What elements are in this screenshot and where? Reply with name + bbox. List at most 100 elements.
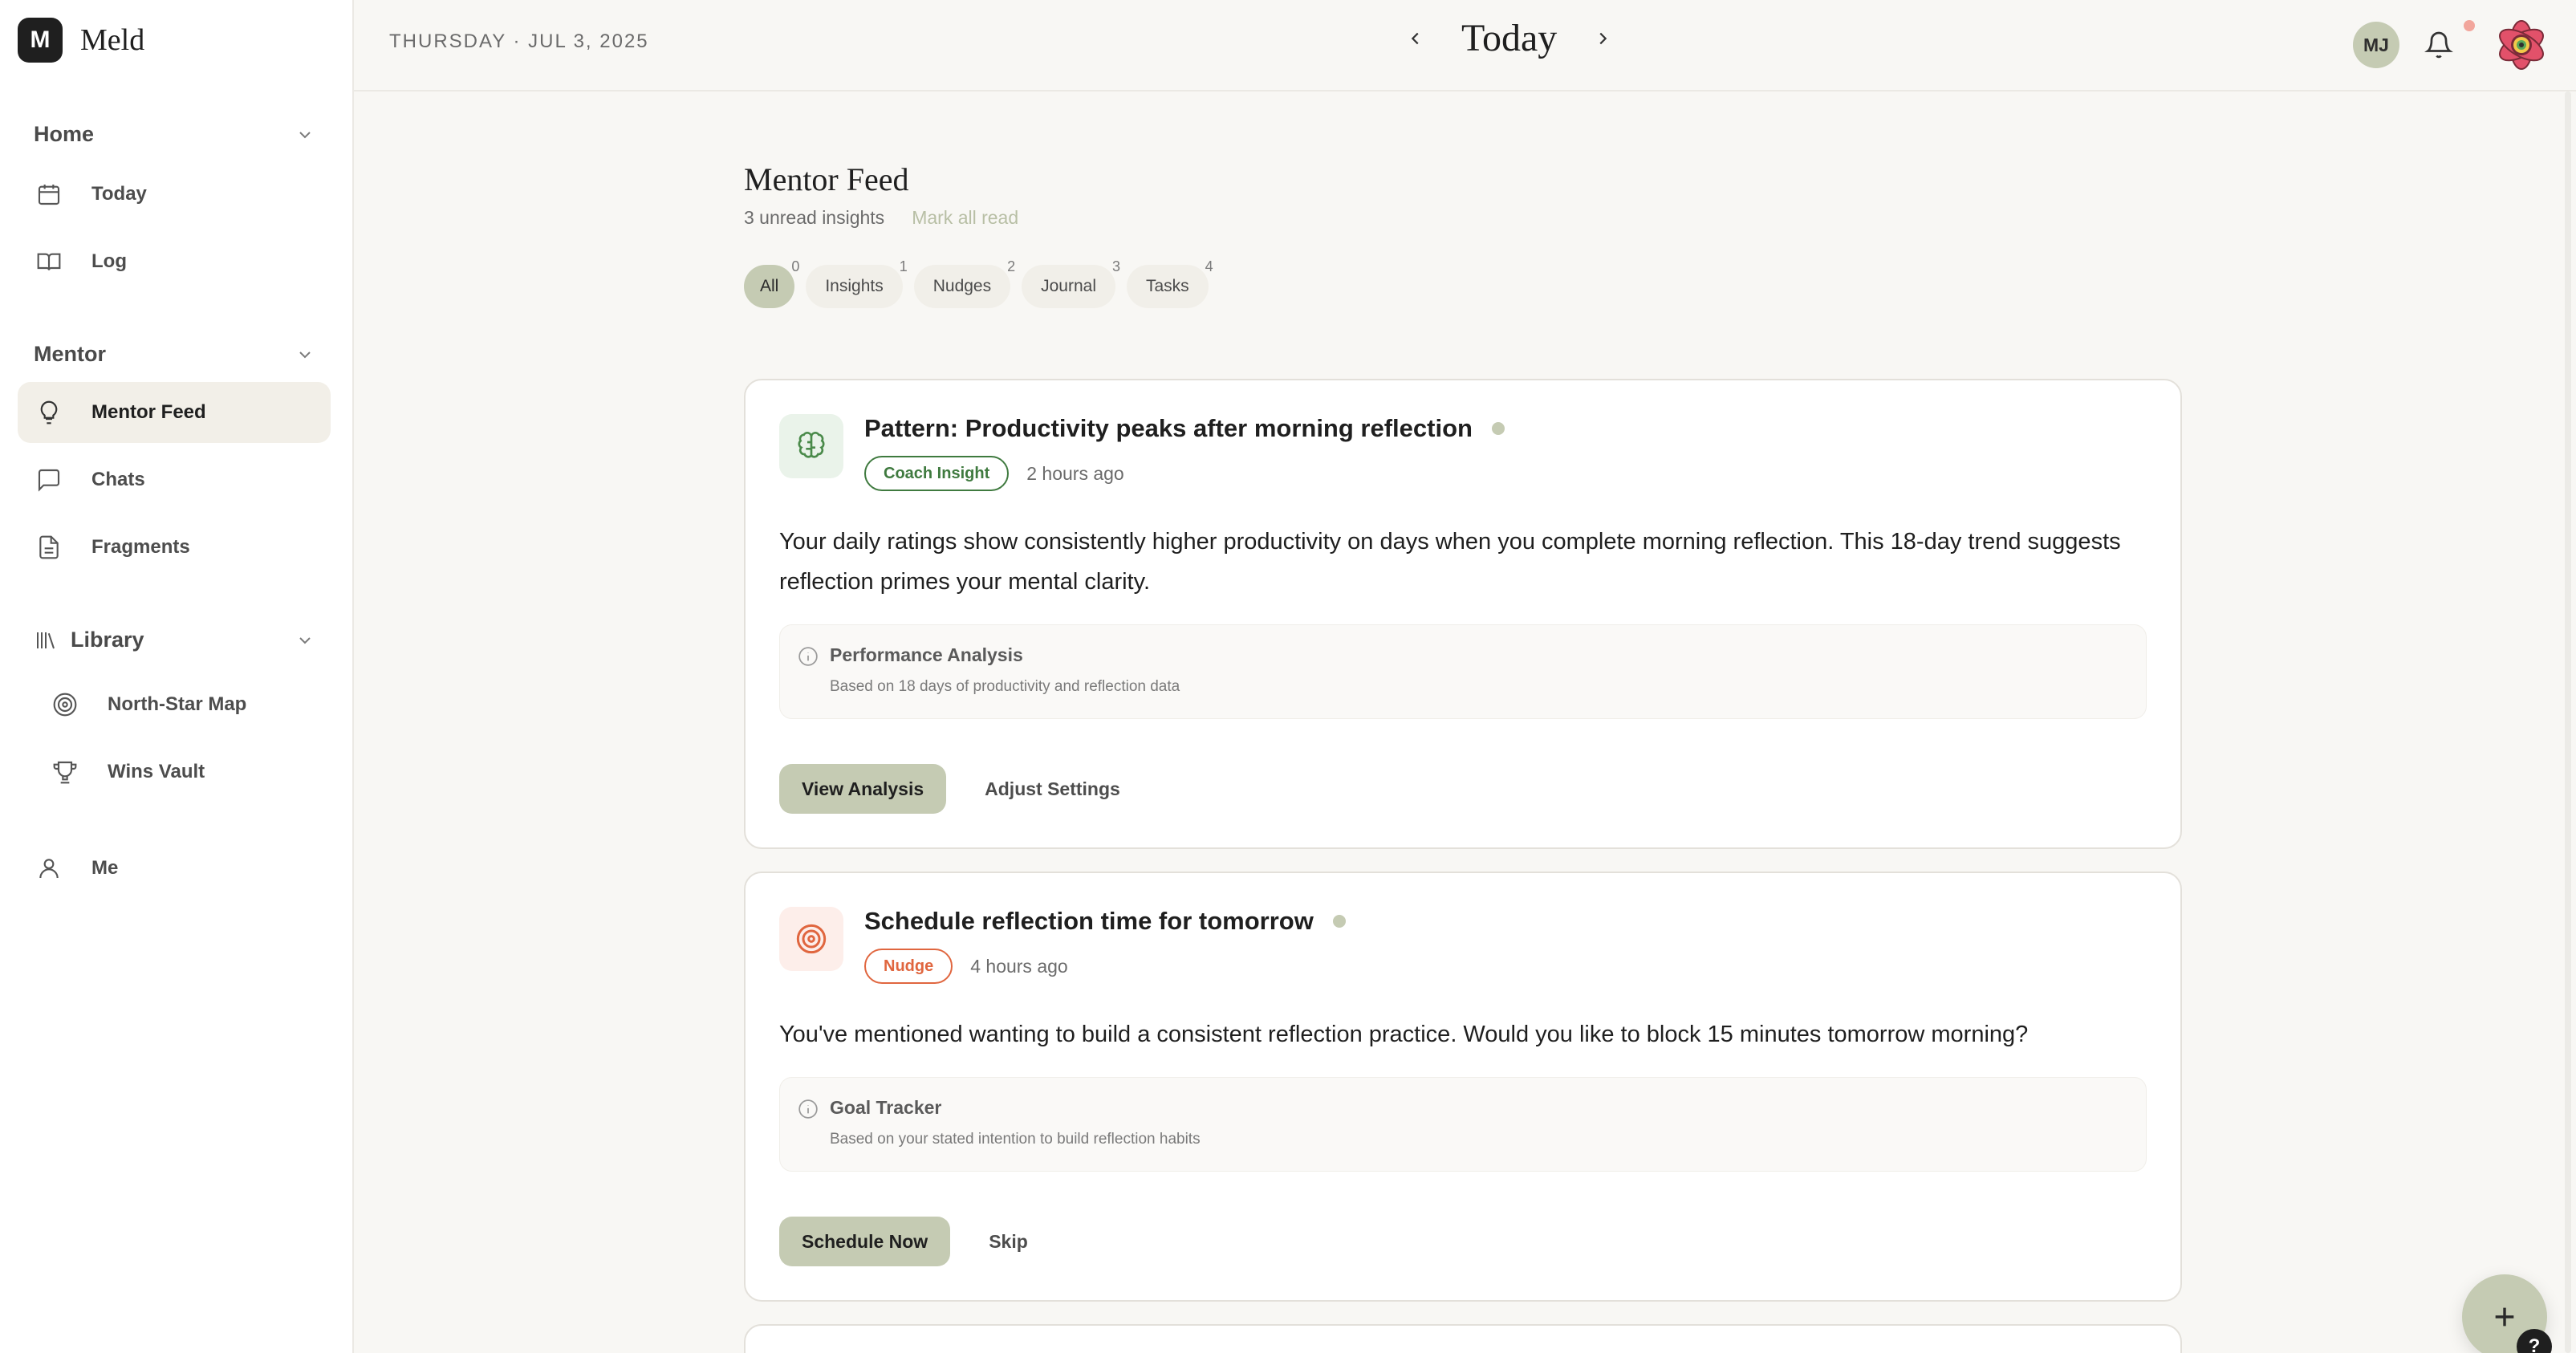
filter-journal[interactable]: Journal 3	[1022, 258, 1120, 308]
calendar-icon	[35, 181, 63, 208]
category-badge: Coach Insight	[864, 456, 1010, 491]
sidebar-item-label: Me	[91, 857, 119, 879]
sidebar-item-label: Today	[91, 183, 147, 205]
card-title: Schedule reflection time for tomorrow	[864, 907, 1346, 936]
mark-all-read-link[interactable]: Mark all read	[912, 207, 1018, 229]
sidebar-item-today[interactable]: Today	[18, 164, 331, 225]
sidebar-item-me[interactable]: Me	[18, 838, 331, 899]
section-library-label: Library	[71, 628, 144, 652]
date-label: THURSDAY · JUL 3, 2025	[389, 30, 649, 52]
target-icon	[51, 691, 79, 718]
sidebar-item-label: North-Star Map	[108, 693, 247, 715]
source-title: Goal Tracker	[830, 1097, 942, 1118]
card-body: Your daily ratings show consistently hig…	[779, 529, 2121, 595]
skip-button[interactable]: Skip	[989, 1231, 1028, 1253]
filter-count: 0	[791, 258, 800, 274]
adjust-settings-button[interactable]: Adjust Settings	[985, 778, 1120, 800]
sidebar-item-wins-vault[interactable]: Wins Vault	[18, 742, 331, 802]
sidebar-item-label: Wins Vault	[108, 761, 205, 782]
unread-dot	[1491, 422, 1505, 435]
chevron-down-icon	[299, 636, 311, 644]
insight-card: Pattern: Productivity peaks after mornin…	[744, 379, 2182, 849]
book-icon	[35, 248, 63, 275]
sidebar-item-fragments[interactable]: Fragments	[18, 517, 331, 578]
filter-insights[interactable]: Insights 1	[806, 258, 908, 308]
target-icon	[779, 907, 843, 971]
app-name: Meld	[80, 23, 145, 57]
lightbulb-icon	[35, 399, 63, 426]
brand[interactable]: M Meld	[18, 18, 144, 63]
scrollbar[interactable]	[2565, 91, 2571, 1353]
notification-dot	[2464, 20, 2475, 31]
library-heading: Library	[34, 628, 144, 652]
sidebar-item-label: Mentor Feed	[91, 401, 206, 423]
section-mentor-label: Mentor	[34, 342, 106, 366]
app-logo: M	[18, 18, 63, 63]
unread-dot	[1332, 915, 1346, 928]
card-meta: Coach Insight 2 hours ago	[864, 456, 1124, 491]
top-bar: THURSDAY · JUL 3, 2025 Today MJ	[354, 0, 2576, 91]
document-icon	[35, 534, 63, 561]
flower-emblem-icon[interactable]	[2488, 11, 2555, 79]
source-description: Based on 18 days of productivity and ref…	[830, 678, 1180, 695]
unread-count: 3 unread insights	[744, 207, 885, 228]
filter-tasks[interactable]: Tasks 4	[1127, 258, 1213, 308]
help-button[interactable]: ?	[2517, 1329, 2552, 1353]
sidebar-item-mentor-feed[interactable]: Mentor Feed	[18, 382, 331, 443]
filter-count: 2	[1007, 258, 1016, 274]
filter-label: Journal	[1041, 277, 1096, 295]
notifications-button[interactable]	[2416, 20, 2475, 68]
section-home-label: Home	[34, 122, 95, 146]
previous-day-button[interactable]	[1397, 20, 1434, 57]
card-title-text: Pattern: Productivity peaks after mornin…	[864, 414, 1473, 442]
source-box: Performance Analysis Based on 18 days of…	[779, 624, 2147, 719]
feed-title: Mentor Feed	[744, 161, 909, 197]
sidebar-item-log[interactable]: Log	[18, 231, 331, 292]
bell-icon	[2424, 31, 2453, 59]
filter-label: All	[760, 277, 779, 295]
page-title: Today	[1461, 17, 1558, 59]
plus-icon	[2495, 1307, 2514, 1327]
card-body: You've mentioned wanting to build a cons…	[779, 1022, 2029, 1047]
avatar[interactable]: MJ	[2353, 22, 2399, 68]
user-icon	[35, 855, 63, 882]
filter-count: 4	[1205, 258, 1213, 274]
info-icon	[798, 647, 818, 666]
info-icon	[798, 1099, 818, 1119]
sidebar-item-north-star-map[interactable]: North-Star Map	[18, 674, 331, 735]
nudge-card: Schedule reflection time for tomorrow Nu…	[744, 872, 2182, 1302]
brain-icon	[779, 414, 843, 478]
card-actions: Schedule Now Skip	[779, 1217, 1028, 1266]
filter-all[interactable]: All 0	[744, 258, 799, 308]
timestamp: 4 hours ago	[970, 955, 1068, 977]
trophy-icon	[51, 758, 79, 786]
filter-nudges[interactable]: Nudges 2	[913, 258, 1015, 308]
section-library[interactable]: Library	[34, 628, 315, 652]
section-mentor[interactable]: Mentor	[34, 342, 315, 367]
filter-tabs: All 0 Insights 1 Nudges 2 Journal 3 Task…	[744, 258, 1220, 308]
sidebar: M Meld Home Today Log Mentor Mentor Feed…	[0, 0, 354, 1353]
filter-count: 1	[899, 258, 908, 274]
card-title-text: Schedule reflection time for tomorrow	[864, 907, 1314, 935]
top-right-actions: MJ	[2353, 11, 2555, 79]
chevron-right-icon	[1599, 32, 1607, 44]
category-badge: Nudge	[864, 949, 953, 984]
chevron-down-icon	[299, 131, 311, 138]
source-box: Goal Tracker Based on your stated intent…	[779, 1077, 2147, 1172]
filter-label: Nudges	[932, 277, 992, 295]
sidebar-item-chats[interactable]: Chats	[18, 449, 331, 510]
sidebar-item-label: Chats	[91, 469, 145, 490]
chevron-left-icon	[1411, 32, 1419, 44]
chat-icon	[35, 466, 63, 494]
card-title: Pattern: Productivity peaks after mornin…	[864, 414, 1505, 443]
next-day-button[interactable]	[1584, 20, 1621, 57]
chevron-down-icon	[299, 351, 311, 358]
card-actions: View Analysis Adjust Settings	[779, 764, 1120, 814]
section-home[interactable]: Home	[34, 122, 315, 147]
feed-subheader: 3 unread insights Mark all read	[744, 207, 1018, 229]
feed-card-partial	[744, 1324, 2182, 1353]
view-analysis-button[interactable]: View Analysis	[779, 764, 947, 814]
schedule-now-button[interactable]: Schedule Now	[779, 1217, 951, 1266]
timestamp: 2 hours ago	[1026, 462, 1124, 484]
filter-count: 3	[1111, 258, 1120, 274]
